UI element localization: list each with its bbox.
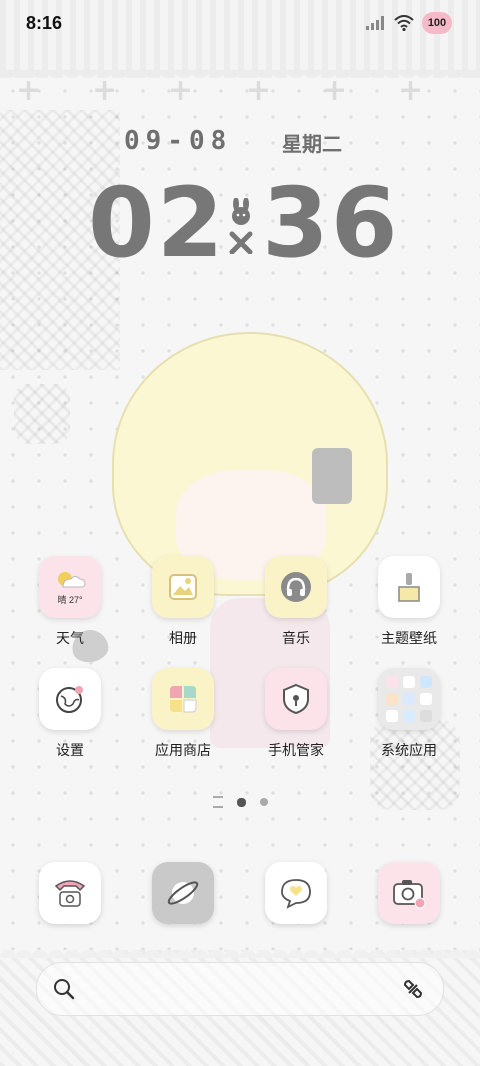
weather-icon: 晴 27° — [39, 556, 101, 618]
search-bar[interactable] — [36, 962, 444, 1016]
app-system-apps-folder[interactable]: 系统应用 — [354, 668, 464, 760]
app-label: 相册 — [169, 631, 197, 647]
app-theme-wallpaper[interactable]: 主题壁纸 — [354, 556, 464, 648]
app-label: 设置 — [56, 743, 84, 759]
clock-separator-bunny-icon — [226, 197, 256, 258]
clock-weekday[interactable]: 星期二 — [282, 128, 342, 157]
app-weather[interactable]: 晴 27° 天气 — [15, 556, 125, 648]
cross-decoration: + — [322, 73, 348, 108]
app-settings[interactable]: 设置 — [15, 668, 125, 760]
dock-camera-app[interactable] — [378, 862, 440, 924]
dock-browser-app[interactable] — [152, 862, 214, 924]
phone-manager-icon — [265, 668, 327, 730]
app-label: 应用商店 — [155, 743, 211, 759]
feed-page-icon[interactable] — [212, 796, 223, 808]
cross-decoration: + — [168, 73, 194, 108]
search-icon[interactable] — [53, 978, 75, 1000]
page-indicator[interactable] — [0, 796, 480, 808]
gallery-icon — [152, 556, 214, 618]
cross-decoration: + — [398, 73, 424, 108]
system-apps-folder-icon — [378, 668, 440, 730]
settings-globe-icon — [39, 668, 101, 730]
page-dot-current[interactable] — [236, 797, 246, 807]
app-app-store[interactable]: 应用商店 — [128, 668, 238, 760]
clock-date[interactable]: 09-08 — [124, 126, 232, 156]
camera-icon — [393, 880, 426, 909]
clock-hour[interactable]: 02 — [88, 168, 226, 278]
app-label: 手机管家 — [268, 743, 324, 759]
dock-phone-app[interactable] — [39, 862, 101, 924]
app-label: 系统应用 — [381, 743, 437, 759]
page-dot[interactable] — [259, 798, 268, 806]
app-phone-manager[interactable]: 手机管家 — [241, 668, 351, 760]
scan-link-icon[interactable] — [401, 977, 425, 1001]
theme-brush-icon — [378, 556, 440, 618]
cross-decoration: + — [16, 73, 42, 108]
status-time: 8:16 — [26, 13, 63, 33]
weather-badge: 晴 27° — [57, 594, 83, 605]
cross-decoration: + — [246, 73, 272, 108]
app-store-icon — [152, 668, 214, 730]
app-label: 天气 — [56, 631, 84, 647]
clock-minute[interactable]: 36 — [262, 168, 400, 278]
app-label: 主题壁纸 — [381, 631, 437, 647]
wifi-icon — [394, 15, 414, 31]
signal-icon — [366, 16, 384, 30]
app-gallery[interactable]: 相册 — [128, 556, 238, 648]
hair-clip-illustration — [312, 448, 352, 504]
messages-icon — [281, 879, 311, 909]
plaid-decoration — [14, 384, 70, 444]
phone-icon — [54, 880, 86, 907]
browser-planet-icon — [167, 881, 199, 905]
status-icons: 100 — [366, 12, 452, 34]
app-music[interactable]: 音乐 — [241, 556, 351, 648]
app-label: 音乐 — [282, 631, 310, 647]
battery-indicator: 100 — [422, 12, 452, 34]
music-icon — [265, 556, 327, 618]
dock-messages-app[interactable] — [265, 862, 327, 924]
cross-decoration: + — [92, 73, 118, 108]
